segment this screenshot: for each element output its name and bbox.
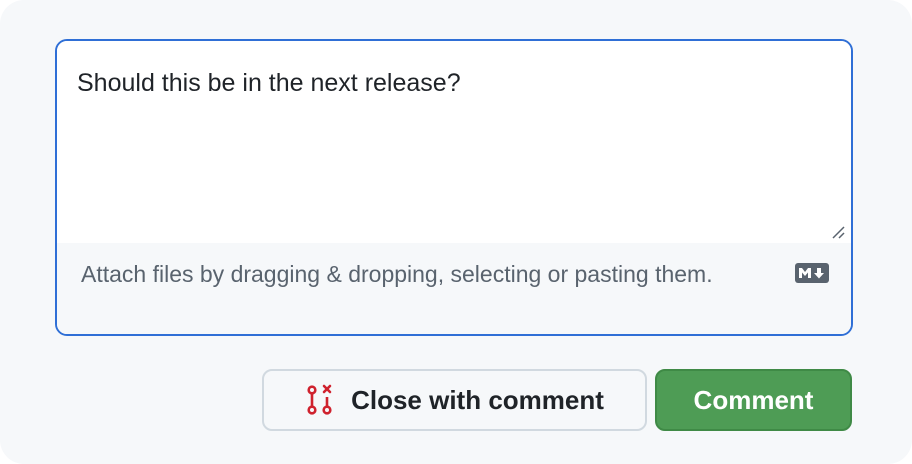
attach-files-area[interactable]: Attach files by dragging & dropping, sel… [57, 243, 851, 334]
close-with-comment-button[interactable]: Close with comment [262, 369, 647, 431]
close-with-comment-label: Close with comment [351, 384, 604, 415]
comment-form: Should this be in the next release? Atta… [0, 0, 912, 464]
resize-grip-icon[interactable] [831, 225, 845, 239]
markdown-icon[interactable] [795, 263, 829, 283]
issue-closed-icon [307, 384, 332, 415]
comment-button-label: Comment [693, 384, 814, 415]
comment-editor: Should this be in the next release? Atta… [55, 39, 853, 336]
attach-files-hint: Attach files by dragging & dropping, sel… [81, 261, 713, 287]
comment-textarea[interactable]: Should this be in the next release? [57, 41, 851, 243]
comment-button[interactable]: Comment [655, 369, 852, 431]
